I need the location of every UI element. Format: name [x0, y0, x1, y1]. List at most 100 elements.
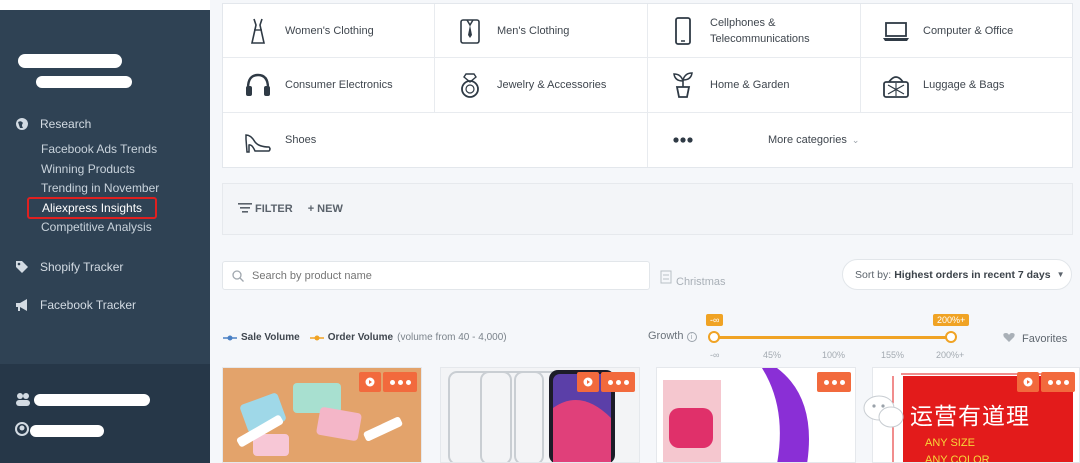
- growth-max-handle[interactable]: [945, 331, 957, 343]
- more-options-button[interactable]: [383, 372, 417, 392]
- search-input[interactable]: [252, 269, 632, 282]
- growth-tick: 200%+: [936, 350, 965, 360]
- legend-order-label: Order Volume: [327, 332, 394, 343]
- headphones-icon: [241, 68, 275, 102]
- more-options-button[interactable]: [601, 372, 635, 392]
- christmas-filter[interactable]: Christmas: [660, 268, 726, 288]
- category-womens-clothing[interactable]: Women's Clothing: [223, 4, 435, 58]
- sidebar-item-winning-products[interactable]: Winning Products: [41, 162, 135, 176]
- sort-value: Highest orders in recent 7 days: [894, 268, 1051, 281]
- dress-icon: [241, 14, 275, 48]
- category-cellphones[interactable]: Cellphones & Telecommunications: [648, 4, 861, 58]
- wechat-logo-icon: [862, 392, 906, 437]
- sidebar-item-aliexpress-insights[interactable]: Aliexpress Insights: [27, 197, 158, 219]
- category-more[interactable]: More categories ⌄: [648, 113, 1073, 167]
- category-label: Women's Clothing: [285, 24, 374, 37]
- legend-sale-label: Sale Volume: [241, 332, 300, 343]
- growth-label: Growth i: [648, 330, 697, 342]
- high-heel-icon: [241, 123, 275, 157]
- new-label: + NEW: [307, 203, 343, 215]
- sidebar-item-facebook-tracker[interactable]: Facebook Tracker: [15, 298, 136, 312]
- sort-prefix: Sort by:: [855, 268, 892, 281]
- redacted-user-name: [30, 425, 104, 437]
- growth-tick: -∞: [710, 350, 720, 360]
- sidebar-account-area: [0, 364, 210, 463]
- globe-icon: [15, 117, 29, 131]
- product-card[interactable]: [440, 367, 640, 463]
- info-icon[interactable]: i: [686, 332, 697, 342]
- user-icon[interactable]: [15, 422, 29, 441]
- category-home-garden[interactable]: Home & Garden: [648, 58, 861, 113]
- search-icon: [232, 269, 244, 282]
- cellphone-icon: [666, 14, 700, 48]
- growth-max-tooltip: 200%+: [933, 314, 970, 326]
- category-label: Consumer Electronics: [285, 79, 393, 91]
- shirt-tie-icon: [453, 14, 487, 48]
- sidebar-top-strip: [0, 0, 210, 10]
- filter-button[interactable]: FILTER: [238, 202, 293, 216]
- play-button[interactable]: [359, 372, 381, 392]
- sidebar-item-research[interactable]: Research: [15, 117, 91, 131]
- product-card[interactable]: [222, 367, 422, 463]
- growth-tick: 45%: [763, 350, 782, 360]
- category-grid: Women's Clothing Men's Clothing Cellphon…: [222, 3, 1073, 168]
- new-button[interactable]: + NEW: [308, 203, 343, 215]
- category-label: Computer & Office: [923, 24, 1014, 37]
- plant-icon: [666, 68, 700, 102]
- chart-legend: Sale Volume Order Volume (volume from 40…: [223, 332, 517, 343]
- category-computer-office[interactable]: Computer & Office: [861, 4, 1073, 58]
- category-jewelry[interactable]: Jewelry & Accessories: [435, 58, 648, 113]
- legend-volume-note: (volume from 40 - 4,000): [397, 332, 507, 343]
- product-card[interactable]: [656, 367, 856, 463]
- favorites-toggle[interactable]: Favorites: [1003, 332, 1067, 346]
- growth-tick: 155%: [881, 350, 905, 360]
- sign-text: ANY SIZE ANY COLOR: [925, 435, 990, 462]
- filter-bar: FILTER + NEW: [222, 183, 1073, 235]
- sidebar-item-trending[interactable]: Trending in November: [41, 181, 159, 195]
- legend-sale-volume[interactable]: Sale Volume: [223, 332, 300, 343]
- play-button[interactable]: [1017, 372, 1039, 392]
- category-label: Luggage & Bags: [923, 79, 1005, 91]
- team-icon[interactable]: [15, 392, 31, 411]
- legend-order-volume[interactable]: Order Volume (volume from 40 - 4,000): [309, 332, 507, 343]
- card-actions: [357, 372, 417, 392]
- product-search-box[interactable]: [222, 261, 650, 290]
- sale-line-icon: [223, 335, 237, 340]
- tag-icon: [15, 260, 29, 274]
- sidebar-item-competitive-analysis[interactable]: Competitive Analysis: [41, 220, 152, 234]
- sidebar-research-label: Research: [40, 117, 92, 131]
- growth-min-handle[interactable]: [708, 331, 720, 343]
- redacted-team-name: [34, 394, 150, 406]
- growth-slider-track[interactable]: [713, 336, 951, 339]
- christmas-icon: [660, 270, 672, 287]
- basket-icon: [879, 68, 913, 102]
- category-label: Jewelry & Accessories: [497, 79, 607, 91]
- favorites-label: Favorites: [1022, 333, 1068, 345]
- category-mens-clothing[interactable]: Men's Clothing: [435, 4, 648, 58]
- card-actions: [1015, 372, 1075, 392]
- sign-line-size: ANY SIZE: [925, 437, 975, 449]
- card-actions: [815, 372, 851, 392]
- heart-icon: [1003, 332, 1015, 346]
- category-label: Home & Garden: [710, 79, 790, 91]
- more-options-button[interactable]: [1041, 372, 1075, 392]
- sidebar-item-shopify-tracker[interactable]: Shopify Tracker: [15, 260, 123, 274]
- more-dots-icon: [666, 123, 700, 157]
- category-label: Cellphones & Telecommunications: [710, 16, 810, 45]
- growth-text: Growth: [648, 330, 684, 342]
- card-actions: [575, 372, 635, 392]
- category-shoes[interactable]: Shoes: [223, 113, 648, 167]
- megaphone-icon: [15, 298, 29, 312]
- ring-icon: [453, 68, 487, 102]
- category-consumer-electronics[interactable]: Consumer Electronics: [223, 58, 435, 113]
- more-options-button[interactable]: [817, 372, 851, 392]
- sort-dropdown[interactable]: Sort by: Highest orders in recent 7 days…: [842, 259, 1072, 290]
- watermark-text: 运营有道理: [910, 404, 1030, 430]
- category-luggage-bags[interactable]: Luggage & Bags: [861, 58, 1073, 113]
- redacted-logo: [18, 54, 122, 68]
- redacted-logo-sub: [36, 76, 132, 88]
- sidebar-item-facebook-ads-trends[interactable]: Facebook Ads Trends: [41, 142, 157, 156]
- play-button[interactable]: [577, 372, 599, 392]
- order-line-icon: [309, 335, 324, 340]
- chevron-down-icon: ⌄: [851, 134, 860, 145]
